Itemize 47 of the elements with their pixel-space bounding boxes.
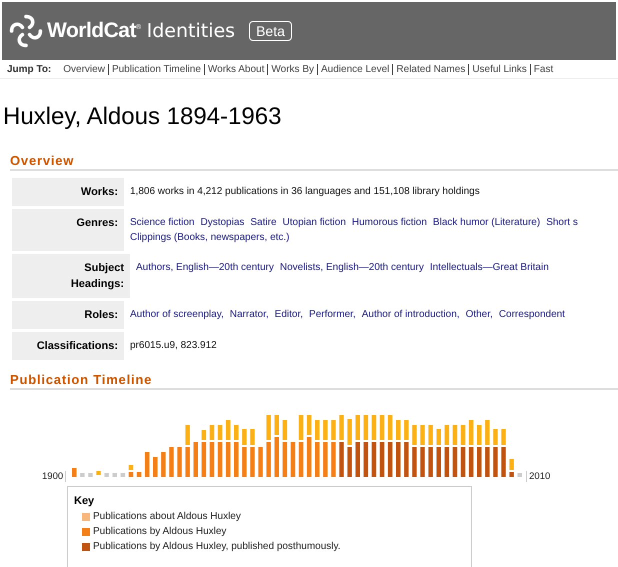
link[interactable]: Author of introduction, bbox=[362, 307, 460, 322]
link[interactable]: Other, bbox=[466, 307, 493, 322]
value-text: 1,806 works in 4,212 publications in 36 languages and 151,108 library holdings bbox=[130, 185, 480, 199]
product-name: Identities bbox=[146, 20, 236, 42]
jump-link[interactable]: Useful Links bbox=[468, 64, 530, 75]
link[interactable]: Author of screenplay, bbox=[130, 307, 224, 322]
link[interactable]: Narrator, bbox=[230, 307, 269, 322]
row-label: Classifications: bbox=[12, 332, 124, 360]
legend-label: Publications about Aldous Huxley bbox=[93, 510, 241, 524]
jump-link[interactable]: Related Names bbox=[392, 64, 468, 75]
legend-label: Publications by Aldous Huxley, published posthumously. bbox=[93, 540, 341, 554]
year-label: 2010 bbox=[526, 471, 550, 482]
link[interactable]: Correspondent bbox=[498, 307, 565, 322]
beta-badge: Beta bbox=[249, 21, 292, 41]
link[interactable]: Clippings (Books, newspapers, etc.) bbox=[130, 230, 290, 245]
logo-text: WorldCat$^{®}$ bbox=[47, 19, 141, 43]
link[interactable]: Novelists, English—20th century bbox=[280, 260, 424, 275]
link[interactable]: Short s bbox=[546, 215, 578, 230]
link[interactable]: Intellectuals—Great Britain bbox=[430, 260, 549, 275]
link[interactable]: Black humor (Literature) bbox=[432, 215, 540, 230]
section-heading: Publication Timeline bbox=[10, 372, 618, 390]
link[interactable]: Dystopias bbox=[200, 215, 244, 230]
jump-link[interactable]: Audience Level bbox=[317, 64, 392, 75]
link[interactable]: Science fiction bbox=[130, 215, 194, 230]
jump-link[interactable]: Works About bbox=[204, 64, 268, 75]
jump-link[interactable]: Works By bbox=[267, 64, 318, 75]
legend-label: Publications by Aldous Huxley bbox=[93, 525, 226, 539]
row-label: Subject Headings: bbox=[12, 254, 130, 298]
jump-link[interactable]: Publication Timeline bbox=[108, 64, 204, 75]
page-title: Huxley, Aldous 1894-1963 bbox=[3, 103, 282, 131]
section-heading: Overview bbox=[10, 153, 618, 171]
link[interactable]: Utopian fiction bbox=[282, 215, 346, 230]
link[interactable]: Editor, bbox=[274, 307, 304, 322]
jump-link[interactable]: Overview bbox=[60, 64, 108, 75]
jump-link[interactable]: Fast bbox=[530, 64, 556, 75]
row-label: Genres: bbox=[12, 209, 124, 251]
link[interactable]: Authors, English—20th century bbox=[136, 260, 274, 275]
row-label: Works: bbox=[12, 178, 124, 206]
link[interactable]: Satire bbox=[250, 215, 277, 230]
swirl-logo-icon bbox=[8, 13, 44, 49]
row-label: Roles: bbox=[12, 301, 124, 329]
year-label: 1900 bbox=[42, 471, 66, 482]
link[interactable]: Performer, bbox=[309, 307, 356, 322]
value-text: pr6015.u9, 823.912 bbox=[130, 339, 217, 353]
link[interactable]: Humorous fiction bbox=[352, 215, 427, 230]
jump-to-label: Jump To: bbox=[7, 64, 52, 75]
key-title: Key bbox=[74, 495, 96, 507]
